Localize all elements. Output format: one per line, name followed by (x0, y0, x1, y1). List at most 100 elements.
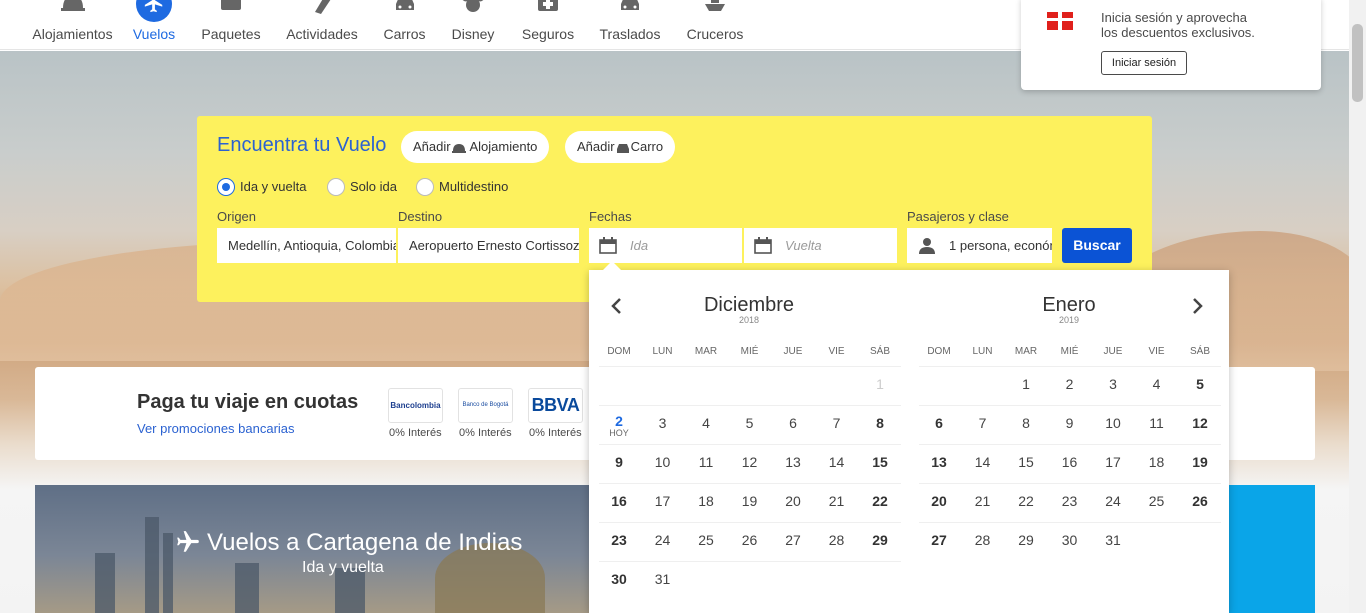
destination-input[interactable]: Aeropuerto Ernesto Cortissoz (398, 228, 579, 263)
calendar-day[interactable]: 14 (963, 445, 1003, 479)
nav-label: Vuelos (132, 26, 176, 42)
radio-one-way[interactable]: Solo ida (327, 177, 397, 197)
page-scrollbar[interactable] (1349, 0, 1366, 613)
calendar-day[interactable]: 19 (1180, 445, 1220, 479)
calendar-day[interactable]: 11 (1137, 406, 1177, 440)
calendar-day[interactable]: 22 (1006, 484, 1046, 518)
calendar-day[interactable]: 25 (1137, 484, 1177, 518)
nav-item-carros[interactable]: Carros (382, 0, 427, 50)
calendar-day[interactable]: 23 (599, 523, 639, 557)
calendar-day[interactable]: 15 (1006, 445, 1046, 479)
passengers-input[interactable]: 1 persona, económica (907, 228, 1052, 263)
nav-item-actividades[interactable]: Actividades (285, 0, 359, 50)
calendar-day[interactable]: 11 (686, 445, 726, 479)
calendar-day[interactable]: 8 (1006, 406, 1046, 440)
calendar-day[interactable]: 5 (1180, 367, 1220, 401)
next-month-arrow-icon[interactable] (1189, 298, 1205, 314)
add-car-prefix: Añadir (577, 139, 615, 154)
nav-item-alojamientos[interactable]: Alojamientos (32, 0, 113, 50)
calendar-day[interactable]: 26 (730, 523, 770, 557)
calendar-day[interactable]: 26 (1180, 484, 1220, 518)
calendar-day[interactable]: 16 (1050, 445, 1090, 479)
calendar-day[interactable]: 2 (1050, 367, 1090, 401)
search-button[interactable]: Buscar (1062, 228, 1132, 263)
calendar-day[interactable]: 5 (730, 406, 770, 440)
weekday-header: VIE (1148, 346, 1165, 357)
calendar-day[interactable]: 19 (730, 484, 770, 518)
radio-round-trip[interactable]: Ida y vuelta (217, 177, 307, 197)
calendar-day[interactable]: 7 (817, 406, 857, 440)
calendar-day[interactable]: 4 (686, 406, 726, 440)
login-button[interactable]: Iniciar sesión (1101, 51, 1187, 75)
calendar-day[interactable]: 29 (1006, 523, 1046, 557)
calendar-day[interactable]: 17 (1093, 445, 1133, 479)
add-car-button[interactable]: Añadir Carro (565, 131, 676, 163)
calendar-day[interactable]: 24 (1093, 484, 1133, 518)
prev-month-arrow-icon[interactable] (609, 298, 625, 314)
calendar-day[interactable]: 16 (599, 484, 639, 518)
calendar-day[interactable]: 18 (686, 484, 726, 518)
calendar-day[interactable]: 1 (1006, 367, 1046, 401)
bank-promotions-link[interactable]: Ver promociones bancarias (137, 421, 295, 436)
nav-item-disney[interactable]: Disney (450, 0, 496, 50)
calendar-day[interactable]: 29 (860, 523, 900, 557)
calendar-day[interactable]: 8 (860, 406, 900, 440)
calendar-day[interactable]: 27 (773, 523, 813, 557)
calendar-day[interactable]: 31 (643, 562, 683, 596)
calendar-day[interactable]: 21 (817, 484, 857, 518)
calendar-day[interactable]: 3 (643, 406, 683, 440)
calendar-day[interactable]: 18 (1137, 445, 1177, 479)
calendar-day[interactable]: 14 (817, 445, 857, 479)
skyline-decoration (163, 533, 173, 613)
calendar-day[interactable]: 31 (1093, 523, 1133, 557)
calendar-day[interactable]: 22 (860, 484, 900, 518)
calendar-day[interactable]: 9 (599, 445, 639, 479)
return-date-input[interactable]: Vuelta (744, 228, 897, 263)
month-title: Enero (1042, 294, 1096, 316)
nav-item-seguros[interactable]: Seguros (520, 0, 576, 50)
calendar-day[interactable]: 17 (643, 484, 683, 518)
calendar-day[interactable]: 28 (963, 523, 1003, 557)
calendar-day[interactable]: 13 (919, 445, 959, 479)
calendar-day[interactable]: 27 (919, 523, 959, 557)
bank-caption: 0% Interés (529, 427, 582, 439)
calendar-day[interactable]: 4 (1137, 367, 1177, 401)
radio-label: Solo ida (350, 179, 397, 194)
calendar-day[interactable]: 23 (1050, 484, 1090, 518)
calendar-day[interactable]: 12 (1180, 406, 1220, 440)
add-lodging-button[interactable]: Añadir Alojamiento (401, 131, 550, 163)
bell-icon (60, 0, 85, 11)
nav-label: Carros (383, 26, 426, 42)
suitcase-icon (221, 0, 241, 10)
origin-label: Origen (217, 209, 257, 224)
calendar-day[interactable]: 25 (686, 523, 726, 557)
scrollbar-thumb[interactable] (1352, 24, 1363, 102)
radio-dot (327, 177, 345, 196)
depart-date-input[interactable]: Ida (589, 228, 742, 263)
calendar-day[interactable]: 10 (1093, 406, 1133, 440)
calendar-day[interactable]: 30 (599, 562, 639, 596)
calendar-day[interactable]: 13 (773, 445, 813, 479)
calendar-day[interactable]: 28 (817, 523, 857, 557)
calendar-day[interactable]: 10 (643, 445, 683, 479)
radio-dot (416, 177, 434, 196)
calendar-day[interactable]: 3 (1093, 367, 1133, 401)
calendar-day[interactable]: 30 (1050, 523, 1090, 557)
month-year: 2019 (1058, 315, 1080, 325)
calendar-day[interactable]: 20 (773, 484, 813, 518)
calendar-day[interactable]: 24 (643, 523, 683, 557)
calendar-day[interactable]: 21 (963, 484, 1003, 518)
calendar-day[interactable]: 7 (963, 406, 1003, 440)
calendar-day[interactable]: 12 (730, 445, 770, 479)
calendar-day[interactable]: 15 (860, 445, 900, 479)
calendar-day[interactable]: 6 (773, 406, 813, 440)
nav-item-vuelos[interactable]: Vuelos (130, 0, 178, 50)
origin-input[interactable]: Medellín, Antioquia, Colombia (217, 228, 396, 263)
calendar-day[interactable]: 6 (919, 406, 959, 440)
nav-item-cruceros[interactable]: Cruceros (685, 0, 745, 50)
calendar-day[interactable]: 9 (1050, 406, 1090, 440)
calendar-day[interactable]: 20 (919, 484, 959, 518)
nav-item-paquetes[interactable]: Paquetes (200, 0, 262, 50)
radio-multidestination[interactable]: Multidestino (416, 177, 508, 197)
nav-item-traslados[interactable]: Traslados (599, 0, 661, 50)
